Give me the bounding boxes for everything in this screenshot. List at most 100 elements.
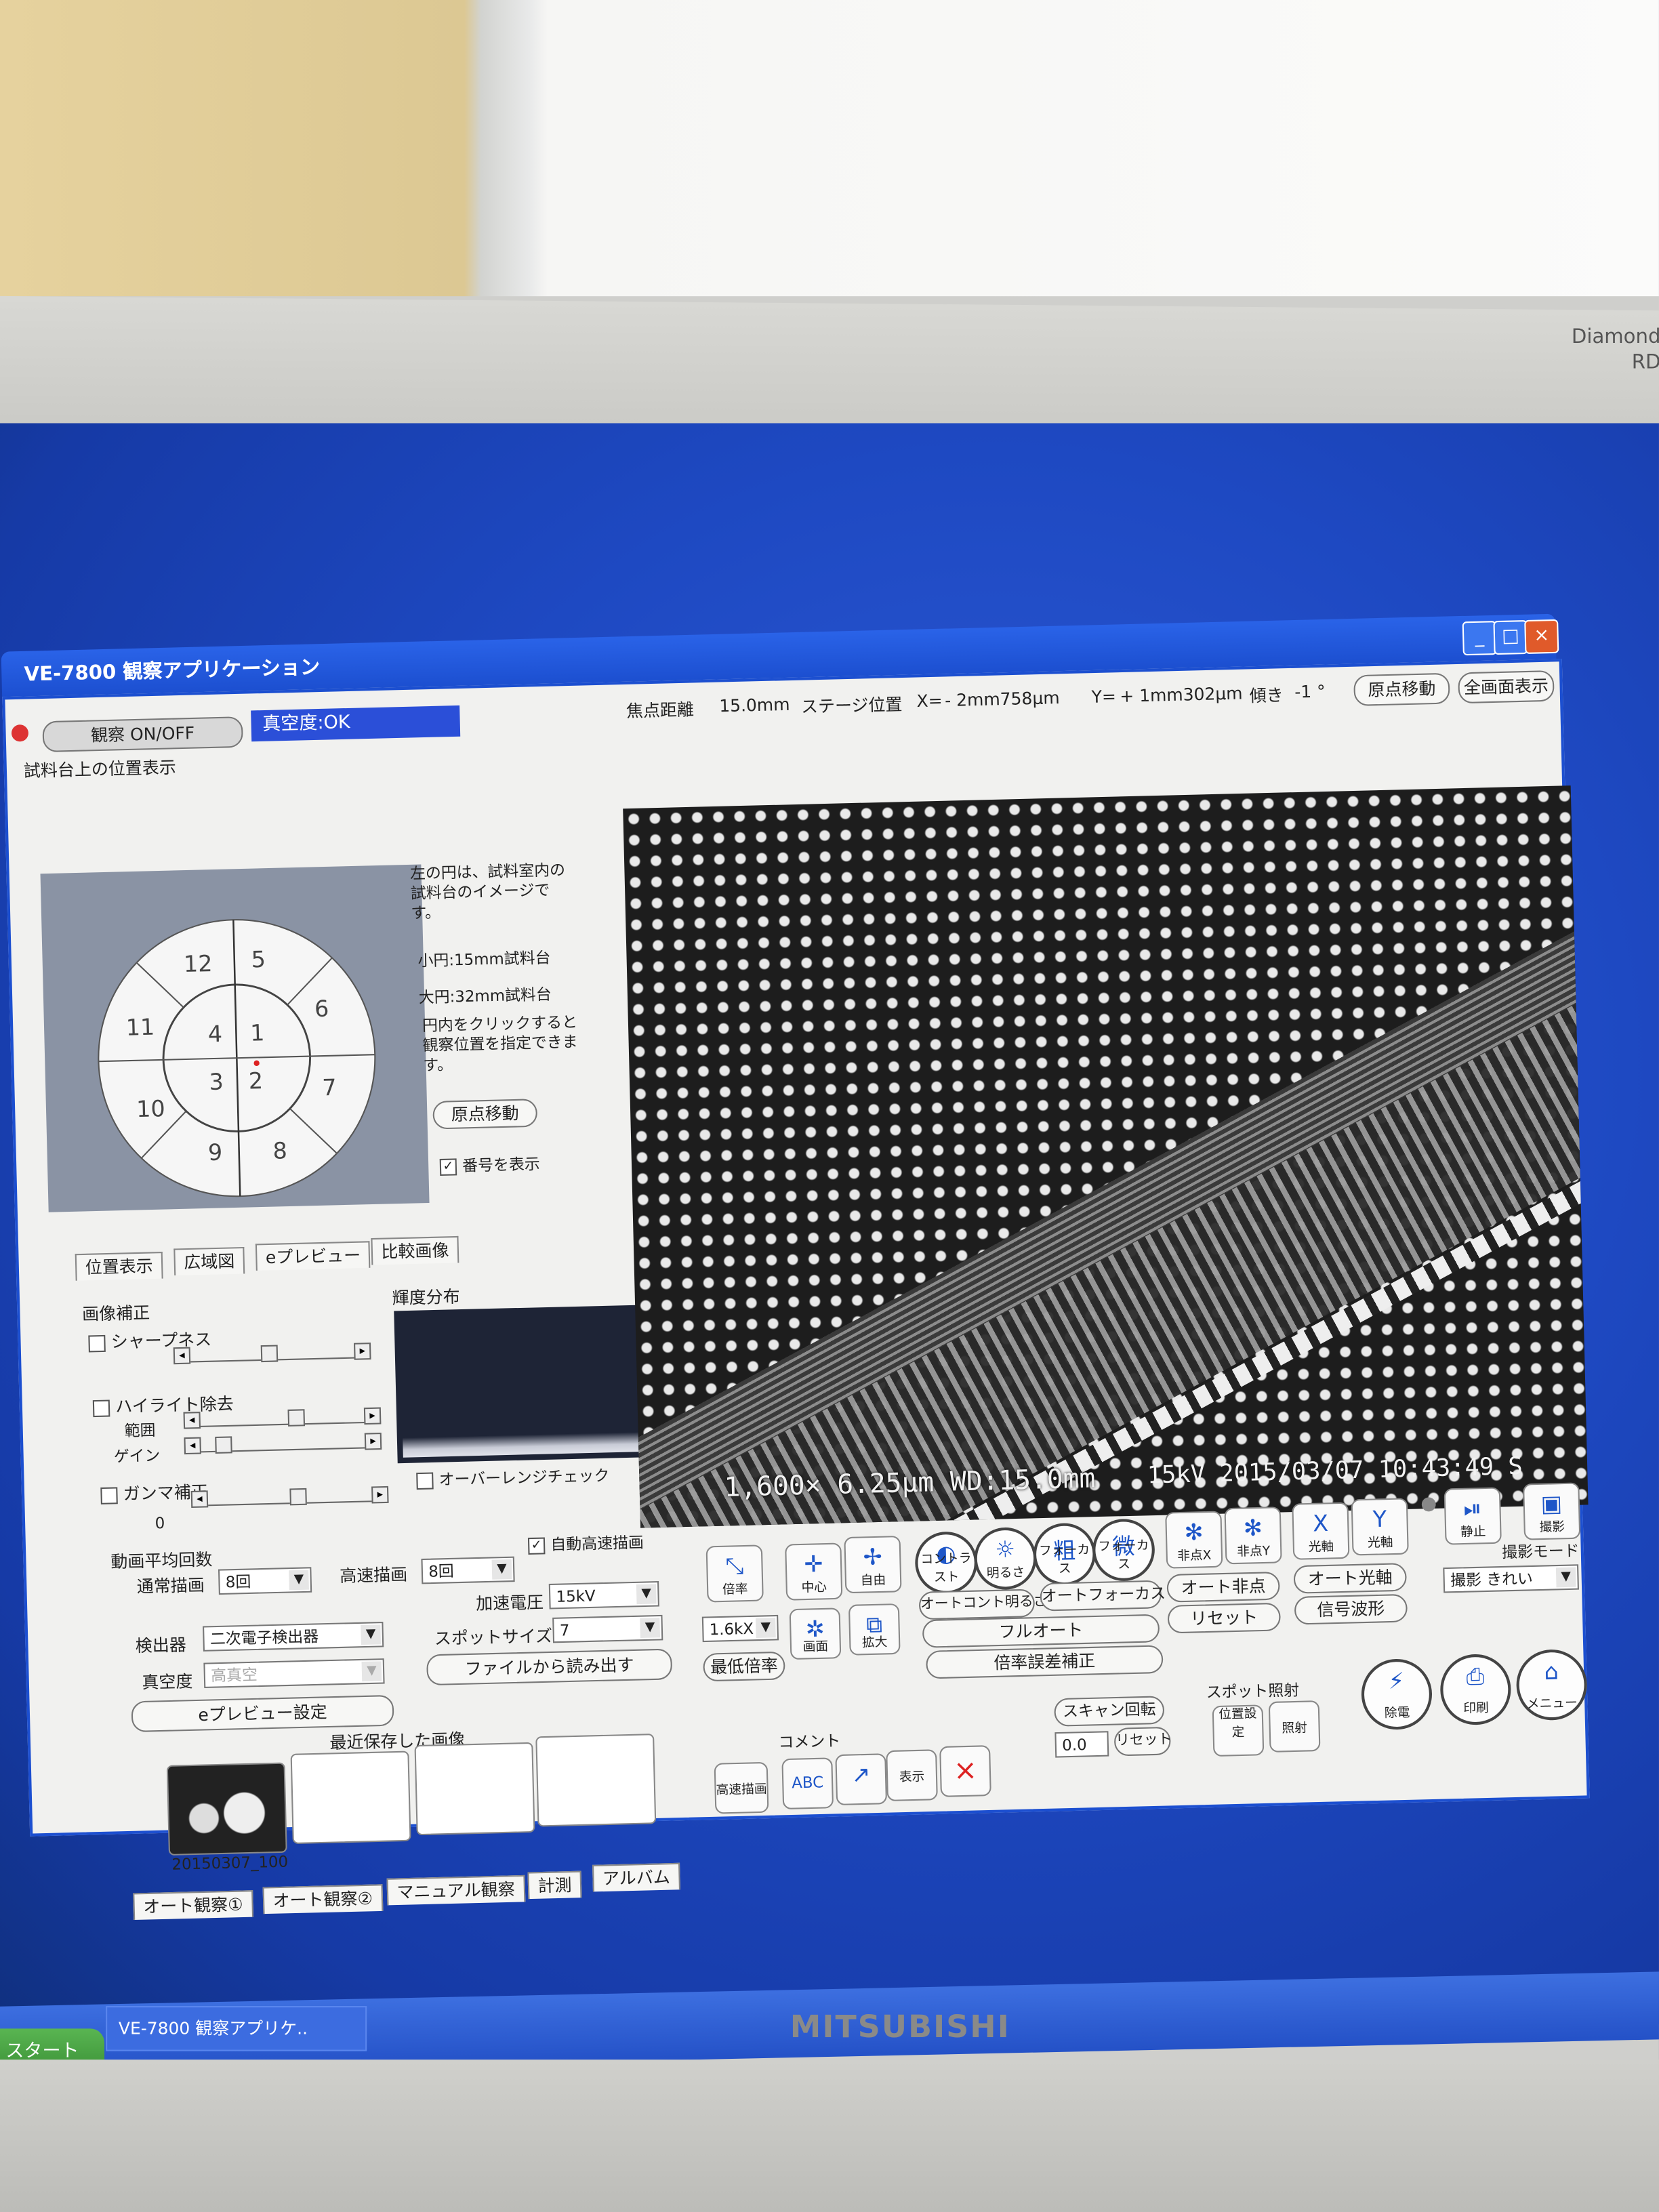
zoom-button[interactable]: ⧉ 拡大 <box>848 1603 901 1656</box>
full-auto-button[interactable]: フルオート <box>922 1614 1160 1648</box>
tab-compare[interactable]: 比較画像 <box>371 1235 459 1265</box>
spot-size-select[interactable]: 7 ▼ <box>552 1614 663 1643</box>
fast-draw-select[interactable]: 8回 ▼ <box>421 1556 515 1584</box>
overrange-check[interactable] <box>416 1472 434 1490</box>
load-file-button[interactable]: ファイルから読み出す <box>426 1648 673 1686</box>
position-set-button[interactable]: 位置設定 <box>1212 1704 1265 1757</box>
scan-rotation-button[interactable]: スキャン回転 <box>1054 1696 1165 1727</box>
slider-thumb[interactable] <box>287 1409 306 1427</box>
dropdown-arrow-icon[interactable]: ▼ <box>1555 1567 1576 1588</box>
mag-error-correct-button[interactable]: 倍率誤差補正 <box>926 1645 1164 1679</box>
fast-draw-button[interactable]: 高速描画 <box>714 1761 769 1814</box>
arrow-annotation-button[interactable]: ↗ <box>835 1753 888 1805</box>
screen-button[interactable]: ✲ 画面 <box>789 1607 842 1660</box>
dropdown-arrow-icon[interactable]: ▼ <box>640 1618 661 1639</box>
show-numbers-checkbox[interactable]: ✓ 番号を表示 <box>439 1152 540 1177</box>
discharge-button[interactable]: ⚡ 除電 <box>1360 1658 1433 1731</box>
tab-auto-observe-1[interactable]: オート観察① <box>133 1890 253 1920</box>
rotation-reset-button[interactable]: リセット <box>1113 1726 1172 1757</box>
recent-thumb-4[interactable] <box>535 1734 657 1827</box>
astig-x-button[interactable]: ✻ 非点X <box>1165 1511 1223 1569</box>
capture-mode-select[interactable]: 撮影 きれい ▼ <box>1443 1564 1579 1593</box>
highlight-check[interactable] <box>92 1399 110 1417</box>
sem-image-viewport[interactable]: 1,600× 6.25μm WD:15.0mm 15kV 2015/03/07 … <box>623 785 1589 1528</box>
focus-coarse-knob[interactable]: 粗フォーカス <box>1032 1522 1097 1586</box>
min-mag-button[interactable]: 最低倍率 <box>703 1651 785 1682</box>
mag-button[interactable]: ⤡ 倍率 <box>705 1544 764 1603</box>
fullscreen-button[interactable]: 全画面表示 <box>1458 670 1555 704</box>
auto-fast-check[interactable]: ✓ <box>527 1537 546 1555</box>
slider-right-icon[interactable]: ▸ <box>364 1433 382 1450</box>
show-numbers-check[interactable]: ✓ <box>439 1158 457 1176</box>
recent-thumb-3[interactable] <box>414 1742 535 1836</box>
gamma-slider[interactable]: ◂ ▸ <box>190 1486 389 1508</box>
axis-y-button[interactable]: Y 光軸 <box>1351 1498 1409 1556</box>
stage-map-circles[interactable]: 1 2 3 4 5 6 7 8 9 10 11 12 <box>92 914 381 1202</box>
voltage-select[interactable]: 15kV ▼ <box>548 1581 659 1610</box>
tab-auto-observe-2[interactable]: オート観察② <box>262 1884 383 1914</box>
slider-left-icon[interactable]: ◂ <box>173 1347 191 1365</box>
vacuum-select[interactable]: 高真空 ▼ <box>203 1658 385 1689</box>
reset-button[interactable]: リセット <box>1167 1602 1282 1634</box>
tab-wide-area[interactable]: 広域図 <box>173 1246 245 1276</box>
maximize-button[interactable]: □ <box>1493 619 1528 655</box>
slider-thumb[interactable] <box>260 1345 279 1363</box>
auto-astig-button[interactable]: オート非点 <box>1166 1571 1280 1603</box>
recent-thumb-1[interactable] <box>166 1762 287 1856</box>
stage-origin-button[interactable]: 原点移動 <box>432 1099 538 1130</box>
signal-wave-button[interactable]: 信号波形 <box>1294 1593 1408 1625</box>
dropdown-arrow-icon[interactable]: ▼ <box>361 1624 382 1645</box>
axis-x-button[interactable]: X 光軸 <box>1292 1502 1350 1560</box>
slider-right-icon[interactable]: ▸ <box>354 1343 371 1360</box>
print-button[interactable]: ⎙ 印刷 <box>1439 1653 1512 1726</box>
observe-onoff-button[interactable]: 観察 ON/OFF <box>42 716 243 753</box>
gamma-check[interactable] <box>100 1486 118 1504</box>
overrange-checkbox[interactable]: オーバーレンジチェック <box>416 1464 610 1491</box>
epreview-settings-button[interactable]: eプレビュー設定 <box>131 1694 394 1733</box>
slider-left-icon[interactable]: ◂ <box>184 1437 201 1455</box>
contrast-knob[interactable]: ◐ コントラスト <box>914 1531 979 1595</box>
dropdown-arrow-icon[interactable]: ▼ <box>491 1559 512 1580</box>
detector-select[interactable]: 二次電子検出器 ▼ <box>203 1621 384 1652</box>
free-button[interactable]: ✢ 自由 <box>844 1536 902 1594</box>
slider-right-icon[interactable]: ▸ <box>371 1486 389 1504</box>
gain-slider[interactable]: ◂ ▸ <box>184 1433 382 1455</box>
irradiate-button[interactable]: 照射 <box>1268 1700 1321 1753</box>
minimize-button[interactable]: _ <box>1462 621 1497 656</box>
sharpness-check[interactable] <box>88 1334 106 1352</box>
brightness-knob[interactable]: ☼ 明るさ <box>973 1526 1038 1591</box>
tab-epreview[interactable]: eプレビュー <box>255 1241 371 1271</box>
origin-move-button[interactable]: 原点移動 <box>1353 672 1450 706</box>
slider-right-icon[interactable]: ▸ <box>363 1407 382 1425</box>
capture-button[interactable]: ▣ 撮影 <box>1523 1482 1581 1540</box>
auto-contrast-brightness-button[interactable]: オートコント明るさ <box>918 1589 1048 1620</box>
dropdown-arrow-icon[interactable]: ▼ <box>755 1618 776 1638</box>
menu-button[interactable]: ⌂ メニュー <box>1515 1648 1588 1721</box>
close-button[interactable]: × <box>1524 619 1559 655</box>
slider-thumb[interactable] <box>215 1436 232 1454</box>
delete-annotation-button[interactable]: × <box>939 1745 991 1797</box>
auto-focus-button[interactable]: オートフォーカス <box>1040 1580 1166 1612</box>
auto-axis-button[interactable]: オート光軸 <box>1293 1563 1407 1594</box>
mag-value-select[interactable]: 1.6kX ▼ <box>701 1614 779 1643</box>
slider-left-icon[interactable]: ◂ <box>190 1490 209 1508</box>
slider-left-icon[interactable]: ◂ <box>183 1412 201 1429</box>
astig-y-button[interactable]: ✻ 非点Y <box>1224 1507 1282 1565</box>
tab-manual-observe[interactable]: マニュアル観察 <box>386 1875 525 1906</box>
center-button[interactable]: ✛ 中心 <box>785 1542 843 1601</box>
slider-thumb[interactable] <box>289 1488 307 1506</box>
taskbar-item-ve7800[interactable]: VE-7800 観察アプリケ.. <box>106 2006 367 2051</box>
auto-fast-checkbox[interactable]: ✓ 自動高速描画 <box>527 1531 644 1556</box>
normal-draw-select[interactable]: 8回 ▼ <box>218 1567 312 1595</box>
tab-measure[interactable]: 計測 <box>527 1870 582 1900</box>
tab-album[interactable]: アルバム <box>592 1862 680 1892</box>
dropdown-arrow-icon[interactable]: ▼ <box>361 1661 382 1682</box>
dropdown-arrow-icon[interactable]: ▼ <box>289 1570 309 1591</box>
recent-thumb-2[interactable] <box>290 1750 411 1845</box>
rotation-value[interactable]: 0.0 <box>1054 1731 1109 1758</box>
text-annotation-button[interactable]: ABC <box>781 1757 834 1810</box>
dropdown-arrow-icon[interactable]: ▼ <box>636 1584 657 1605</box>
show-annotation-button[interactable]: 表示 <box>886 1749 938 1801</box>
focus-fine-knob[interactable]: 微フォーカス <box>1092 1518 1155 1582</box>
still-button[interactable]: ⏯ 静止 <box>1443 1487 1502 1545</box>
